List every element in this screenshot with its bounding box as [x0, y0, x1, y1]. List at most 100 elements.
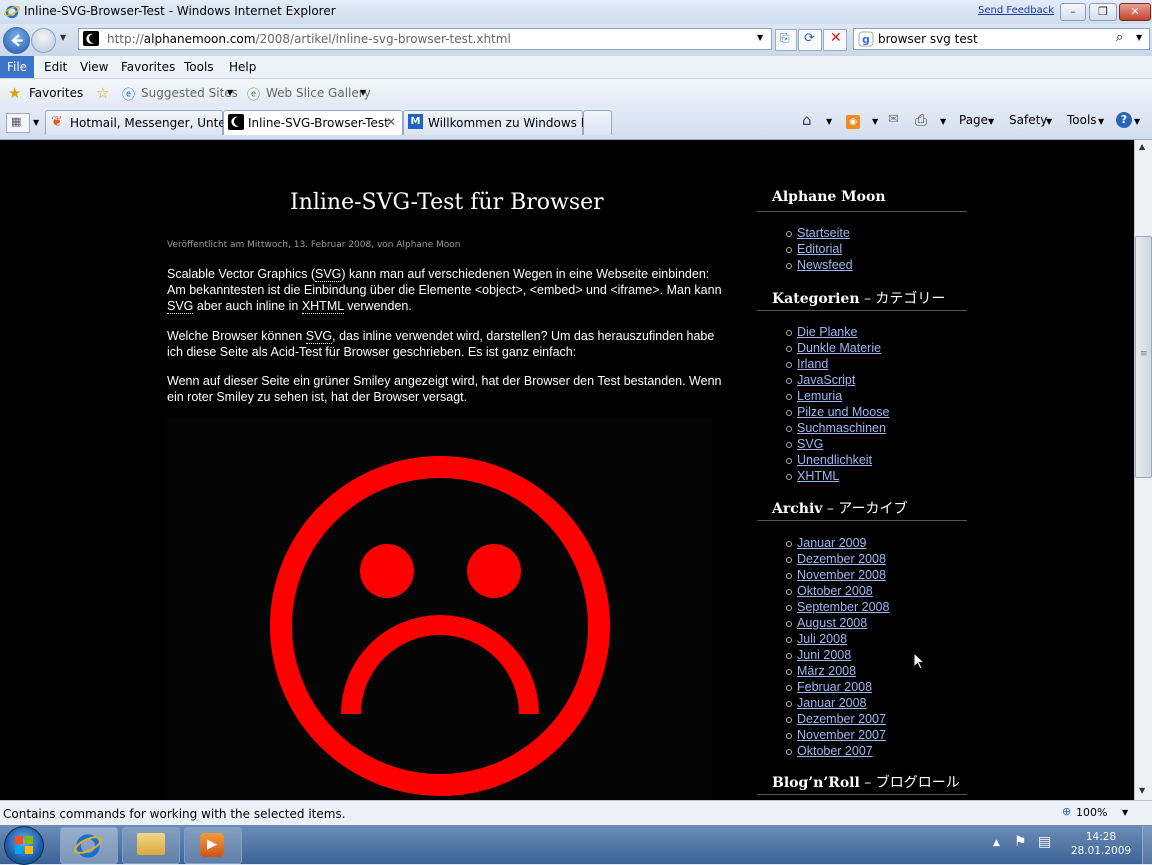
tab-windows-welcome[interactable]: M Willkommen zu Windows I... [403, 110, 596, 135]
suggested-sites-button[interactable]: Suggested Sites [141, 86, 238, 100]
tab-list-dropdown[interactable]: ▼ [33, 118, 39, 127]
address-dropdown[interactable]: ▼ [757, 33, 763, 42]
home-icon[interactable]: ⌂ [802, 111, 812, 129]
rss-feed-icon[interactable]: ◉ [846, 115, 860, 129]
scroll-up-icon[interactable]: ▲ [1139, 142, 1145, 151]
sidebar-divider [757, 520, 967, 521]
svg-test-area [167, 418, 712, 800]
category-link[interactable]: Irland [786, 356, 889, 372]
address-bar[interactable]: http://alphanemoon.com/2008/artikel/inli… [78, 28, 772, 50]
safety-menu[interactable]: Safety [1009, 113, 1047, 127]
system-clock[interactable]: 14:28 28.01.2009 [1062, 830, 1140, 858]
back-button[interactable] [3, 27, 30, 54]
window-title: Inline-SVG-Browser-Test - Windows Intern… [24, 4, 336, 18]
taskbar-media-player[interactable]: ▶ [184, 827, 242, 864]
archive-link[interactable]: November 2008 [786, 567, 889, 583]
archive-link[interactable]: August 2008 [786, 615, 889, 631]
help-icon[interactable]: ? [1116, 112, 1132, 128]
print-icon[interactable]: ⎙ [915, 111, 927, 129]
taskbar-explorer[interactable] [122, 827, 180, 864]
smiley-right-eye [467, 544, 521, 598]
history-dropdown[interactable]: ▼ [60, 33, 66, 42]
category-link[interactable]: SVG [786, 436, 889, 452]
action-center-flag-icon[interactable]: ⚑ [1014, 834, 1027, 850]
sidebar-heading-site: Alphane Moon [772, 189, 886, 205]
start-button[interactable] [4, 826, 44, 865]
stop-button[interactable]: ✕ [823, 29, 847, 51]
menu-file[interactable]: File [0, 56, 34, 78]
zoom-dropdown[interactable]: ▼ [1122, 808, 1128, 817]
menu-edit[interactable]: Edit [44, 60, 67, 74]
tab-hotmail[interactable]: ❦ Hotmail, Messenger, Unter... [45, 110, 241, 135]
quick-tabs-button[interactable]: ▦ [6, 113, 30, 133]
help-dropdown[interactable]: ▼ [1134, 117, 1140, 126]
scroll-down-icon[interactable]: ▼ [1139, 786, 1145, 795]
status-text: Contains commands for working with the s… [3, 807, 346, 821]
archive-link[interactable]: November 2007 [786, 727, 889, 743]
archive-link[interactable]: Juli 2008 [786, 631, 889, 647]
tools-menu[interactable]: Tools [1067, 113, 1097, 127]
category-link[interactable]: Unendlichkeit [786, 452, 889, 468]
sidebar-divider [757, 211, 967, 212]
article-paragraph-1: Scalable Vector Graphics (SVG) kann man … [167, 267, 722, 314]
read-mail-icon[interactable]: ✉ [888, 112, 899, 127]
archive-link[interactable]: Dezember 2007 [786, 711, 889, 727]
taskbar-internet-explorer[interactable] [60, 827, 118, 864]
web-slice-gallery-button[interactable]: Web Slice Gallery [266, 86, 371, 100]
zoom-level[interactable]: 100% [1076, 806, 1107, 819]
archive-link[interactable]: Dezember 2008 [786, 551, 889, 567]
search-icon[interactable]: ⌕ [1116, 30, 1123, 45]
maximize-button[interactable]: ❐ [1089, 3, 1117, 21]
archive-link[interactable]: Oktober 2007 [786, 743, 889, 759]
compatibility-view-button[interactable]: ⎘ [775, 29, 797, 51]
menu-view[interactable]: View [80, 60, 108, 74]
archive-link[interactable]: Oktober 2008 [786, 583, 889, 599]
home-dropdown[interactable]: ▼ [826, 117, 832, 126]
category-link[interactable]: JavaScript [786, 372, 889, 388]
new-tab-button[interactable] [583, 110, 612, 135]
category-link[interactable]: Pilze und Moose [786, 404, 889, 420]
refresh-button[interactable]: ⟳ [798, 29, 822, 51]
smiley-left-eye [360, 544, 414, 598]
feeds-dropdown[interactable]: ▼ [872, 117, 878, 126]
category-link[interactable]: Suchmaschinen [786, 420, 889, 436]
add-favorite-icon[interactable]: ☆ [96, 84, 109, 102]
show-desktop-button[interactable] [1142, 826, 1152, 864]
close-button[interactable]: ✕ [1119, 3, 1151, 21]
windows-logo-icon [15, 836, 33, 854]
search-input[interactable]: browser svg test [878, 32, 978, 46]
sidebar-link-editorial[interactable]: Editorial [786, 241, 853, 257]
archive-link[interactable]: Juni 2008 [786, 647, 889, 663]
page-menu[interactable]: Page [959, 113, 988, 127]
network-icon[interactable]: ▤ [1038, 834, 1051, 850]
search-box[interactable]: g browser svg test ⌕ ▼ [853, 28, 1150, 50]
suggested-sites-dropdown[interactable]: ▼ [227, 88, 233, 97]
minimize-button[interactable]: – [1060, 3, 1086, 21]
category-link[interactable]: Die Planke [786, 324, 889, 340]
send-feedback-link[interactable]: Send Feedback [978, 5, 1054, 16]
category-link[interactable]: XHTML [786, 468, 889, 484]
show-hidden-icons[interactable]: ▲ [993, 838, 1000, 848]
favorites-button[interactable]: Favorites [29, 86, 83, 100]
sidebar-link-startseite[interactable]: Startseite [786, 225, 853, 241]
print-dropdown[interactable]: ▼ [940, 117, 946, 126]
menu-help[interactable]: Help [229, 60, 256, 74]
category-link[interactable]: Dunkle Materie [786, 340, 889, 356]
menu-tools[interactable]: Tools [184, 60, 214, 74]
archive-link[interactable]: Januar 2008 [786, 695, 889, 711]
sidebar-link-newsfeed[interactable]: Newsfeed [786, 257, 853, 273]
abbr-svg: SVG [315, 267, 342, 282]
menu-favorites[interactable]: Favorites [121, 60, 175, 74]
site-favicon [83, 31, 99, 46]
tab-inline-svg[interactable]: Inline-SVG-Browser-Test ✕ [223, 110, 403, 135]
category-link[interactable]: Lemuria [786, 388, 889, 404]
archive-link[interactable]: Februar 2008 [786, 679, 889, 695]
archive-link[interactable]: Januar 2009 [786, 535, 889, 551]
archive-link[interactable]: März 2008 [786, 663, 889, 679]
scrollbar-thumb[interactable]: ≡ [1135, 236, 1152, 478]
forward-button[interactable] [31, 28, 56, 53]
close-tab-icon[interactable]: ✕ [386, 115, 396, 129]
archive-link[interactable]: September 2008 [786, 599, 889, 615]
web-slice-dropdown[interactable]: ▼ [360, 88, 366, 97]
search-dropdown[interactable]: ▼ [1136, 33, 1142, 42]
